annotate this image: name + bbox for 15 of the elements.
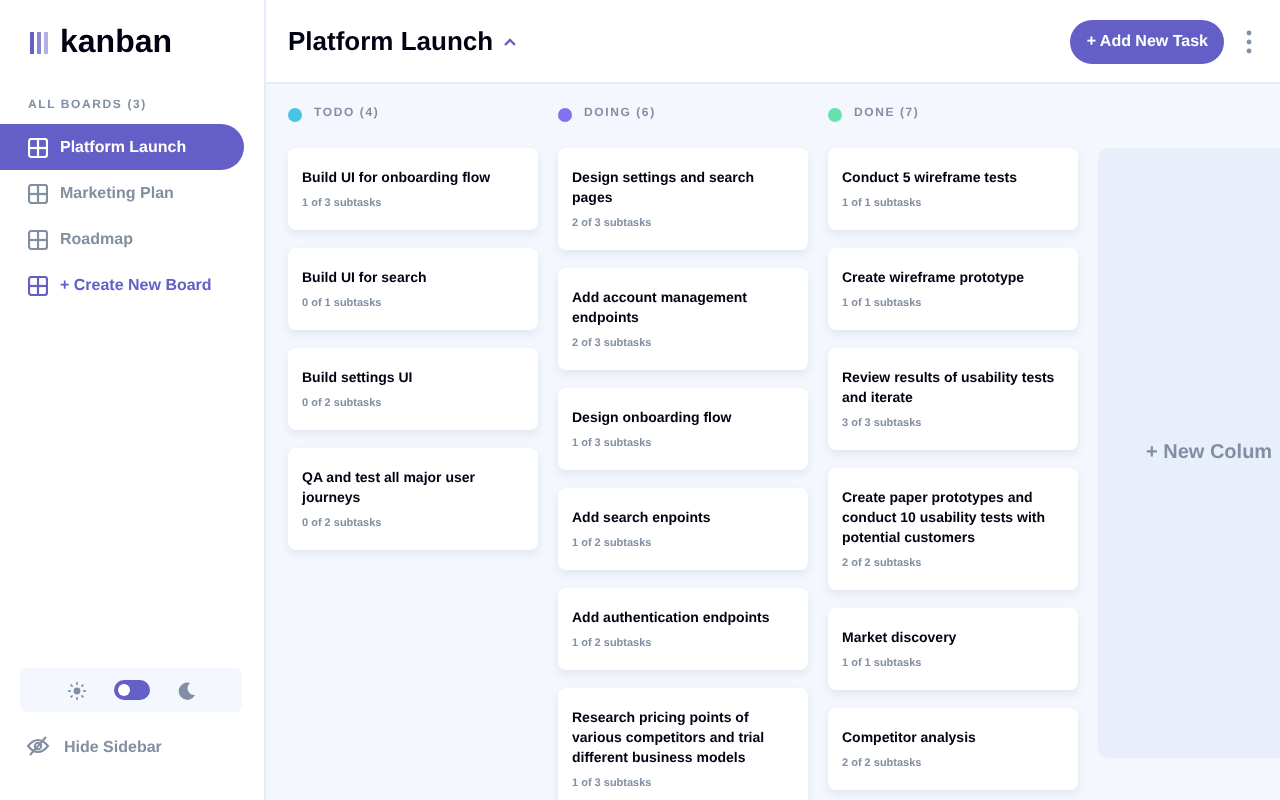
logo-text: kanban xyxy=(60,27,173,59)
eye-slash-icon xyxy=(26,736,50,756)
board-icon xyxy=(28,275,48,295)
board-item[interactable]: Platform Launch xyxy=(0,124,244,170)
logo-icon xyxy=(30,32,48,54)
more-menu-icon[interactable] xyxy=(1246,29,1252,53)
theme-toggle[interactable] xyxy=(113,680,149,700)
moon-icon xyxy=(177,681,195,699)
chevron-up-icon xyxy=(503,37,516,45)
board-icon xyxy=(28,137,48,157)
add-task-button[interactable]: + Add New Task xyxy=(1070,19,1224,63)
board-icon xyxy=(28,229,48,249)
board-title[interactable]: Platform Launch xyxy=(288,26,516,56)
create-board-link[interactable]: + Create New Board xyxy=(0,262,244,308)
board-icon xyxy=(28,183,48,203)
